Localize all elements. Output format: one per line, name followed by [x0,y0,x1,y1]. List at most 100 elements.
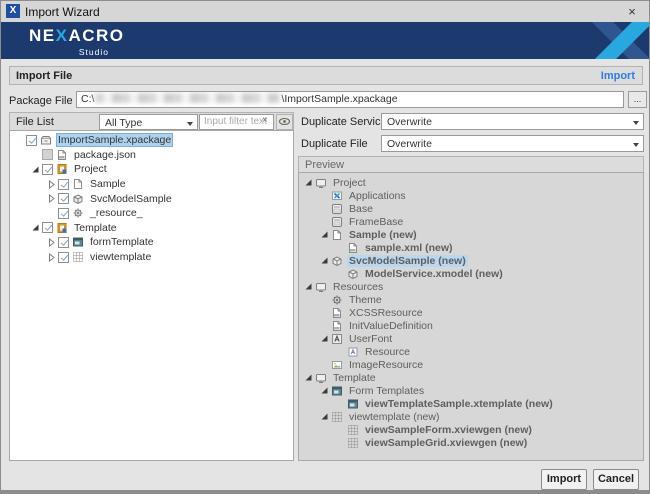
tree-item-checkbox[interactable] [42,164,53,175]
resource-icon [72,207,85,219]
file-tree-item[interactable]: Template [10,221,293,236]
preview-tree-item[interactable]: Form Templates [299,384,643,397]
tree-item-label: _resource_ [88,207,145,219]
tree-item-label: SvcModelSample [88,193,174,205]
tree-expanded-icon[interactable] [318,334,331,343]
file-list-toolbar: File List All Type Input filter text × [9,112,294,131]
tree-expanded-icon[interactable] [29,223,42,232]
preview-tree-item[interactable]: sample.xml (new) [299,241,643,254]
tree-collapsed-icon[interactable] [45,194,58,203]
tree-item-label: ImageResource [347,359,425,371]
close-icon[interactable]: × [623,3,641,20]
tree-expanded-icon[interactable] [29,165,42,174]
tree-expanded-icon[interactable] [302,178,315,187]
preview-tree-item[interactable]: Applications [299,189,643,202]
preview-tree-item[interactable]: FrameBase [299,215,643,228]
tree-item-checkbox[interactable] [42,149,53,160]
file-tree-item[interactable]: Project [10,162,293,177]
form-template-icon [331,385,344,397]
preview-tree-item[interactable]: viewtemplate (new) [299,410,643,423]
clear-filter-icon[interactable]: × [262,115,268,126]
xcss-file-icon [331,307,344,319]
file-tree-item[interactable]: Sample [10,177,293,192]
tree-item-checkbox[interactable] [42,222,53,233]
tree-item-checkbox[interactable] [26,135,37,146]
tree-item-checkbox[interactable] [58,252,69,263]
preview-tree-item[interactable]: Base [299,202,643,215]
frame-icon [331,203,344,215]
preview-tree-item[interactable]: Theme [299,293,643,306]
preview-tree-item[interactable]: Sample (new) [299,228,643,241]
tree-item-label: XCSSResource [347,307,425,319]
preview-tree-item[interactable]: InitValueDefinition [299,319,643,332]
service-icon [72,193,85,205]
brand-wordmark: NEXACRO [29,26,125,46]
frame-icon [331,216,344,228]
service-icon [347,268,360,280]
preview-tree-item[interactable]: Project [299,176,643,189]
cancel-button[interactable]: Cancel [593,469,639,490]
preview-tree-item[interactable]: Resource [299,345,643,358]
brand-banner: NEXACRO Studio [1,22,649,59]
preview-tree-item[interactable]: Resources [299,280,643,293]
preview-tree-item[interactable]: viewTemplateSample.xtemplate (new) [299,397,643,410]
file-tree-item[interactable]: ImportSample.xpackage [10,133,293,148]
duplicate-service-dropdown[interactable]: Overwrite [381,113,644,130]
document-icon [72,178,85,190]
file-tree-item[interactable]: formTemplate [10,235,293,250]
title-bar: X Import Wizard × [1,1,649,22]
tree-item-checkbox[interactable] [58,193,69,204]
file-tree-item[interactable]: _resource_ [10,206,293,221]
file-tree-item[interactable]: SvcModelSample [10,191,293,206]
tree-expanded-icon[interactable] [302,373,315,382]
eye-icon[interactable] [276,114,293,130]
file-type-dropdown[interactable]: All Type [99,114,198,130]
preview-tree-item[interactable]: viewSampleForm.xviewgen (new) [299,423,643,436]
tree-expanded-icon[interactable] [318,256,331,265]
tree-expanded-icon[interactable] [318,412,331,421]
tree-expanded-icon[interactable] [318,386,331,395]
preview-header: Preview [298,156,644,173]
tree-item-label: Template [72,222,119,234]
duplicate-file-dropdown[interactable]: Overwrite [381,135,644,152]
tree-item-label: viewSampleGrid.xviewgen (new) [363,437,529,449]
file-tree-item[interactable]: viewtemplate [10,250,293,265]
preview-tree-item[interactable]: Template [299,371,643,384]
tree-collapsed-icon[interactable] [45,253,58,262]
project-icon [56,163,69,175]
tree-item-checkbox[interactable] [58,179,69,190]
application-icon [331,190,344,202]
chevron-down-icon [187,122,193,126]
preview-tree-item[interactable]: ImageResource [299,358,643,371]
tree-item-checkbox[interactable] [58,237,69,248]
browse-button[interactable]: ... [628,91,647,108]
userfont-icon [331,333,344,345]
tree-item-label: InitValueDefinition [347,320,435,332]
preview-tree-item[interactable]: UserFont [299,332,643,345]
tree-collapsed-icon[interactable] [45,180,58,189]
monitor-icon [315,177,328,189]
preview-tree-item[interactable]: viewSampleGrid.xviewgen (new) [299,436,643,449]
import-button[interactable]: Import [541,469,587,490]
service-icon [331,255,344,267]
chevron-down-icon [633,121,639,125]
tree-item-label: Sample (new) [347,229,419,241]
grid-template-icon [347,437,360,449]
tree-item-checkbox[interactable] [58,208,69,219]
preview-label: Preview [305,159,344,171]
import-link[interactable]: Import [601,70,635,82]
file-tree-item[interactable]: package.json [10,148,293,163]
tree-expanded-icon[interactable] [302,282,315,291]
tree-collapsed-icon[interactable] [45,238,58,247]
package-file-input[interactable]: C:\\ImportSample.xpackage [76,91,624,108]
preview-tree-item[interactable]: SvcModelSample (new) [299,254,643,267]
tree-item-label: viewtemplate (new) [347,411,441,423]
preview-tree-item[interactable]: ModelService.xmodel (new) [299,267,643,280]
file-list-tree: ImportSample.xpackagepackage.jsonProject… [9,130,294,461]
xml-file-icon [347,242,360,254]
preview-tree-item[interactable]: XCSSResource [299,306,643,319]
form-template-icon [347,398,360,410]
tree-item-label: ModelService.xmodel (new) [363,268,505,280]
section-title: Import File [16,70,72,82]
tree-expanded-icon[interactable] [318,230,331,239]
